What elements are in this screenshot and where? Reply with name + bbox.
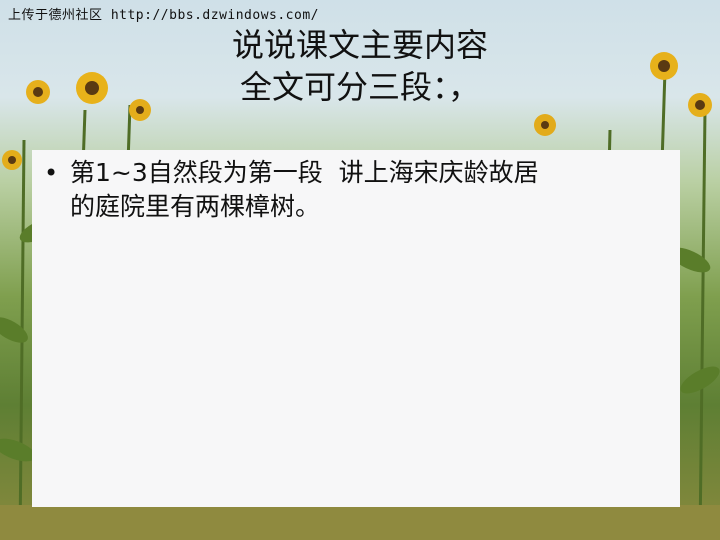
watermark-text: 上传于德州社区 http://bbs.dzwindows.com/ [8, 8, 319, 23]
bullet-text: 第1~3自然段为第一段 讲上海宋庆龄故居 的庭院里有两棵樟树。 [70, 158, 539, 221]
title-line-2: 全文可分三段：， [239, 68, 480, 106]
content-box: • 第1~3自然段为第一段 讲上海宋庆龄故居 的庭院里有两棵樟树。 [32, 150, 680, 507]
slide-title: 说说课文主要内容 全文可分三段：， [150, 24, 570, 108]
slide: 上传于德州社区 http://bbs.dzwindows.com/ 说说课文主要… [0, 0, 720, 540]
title-line-1: 说说课文主要内容 [231, 26, 488, 64]
bullet-marker: • [44, 159, 59, 187]
bullet-item: • 第1~3自然段为第一段 讲上海宋庆龄故居 的庭院里有两棵樟树。 [44, 156, 664, 224]
ground-decoration [0, 505, 720, 540]
